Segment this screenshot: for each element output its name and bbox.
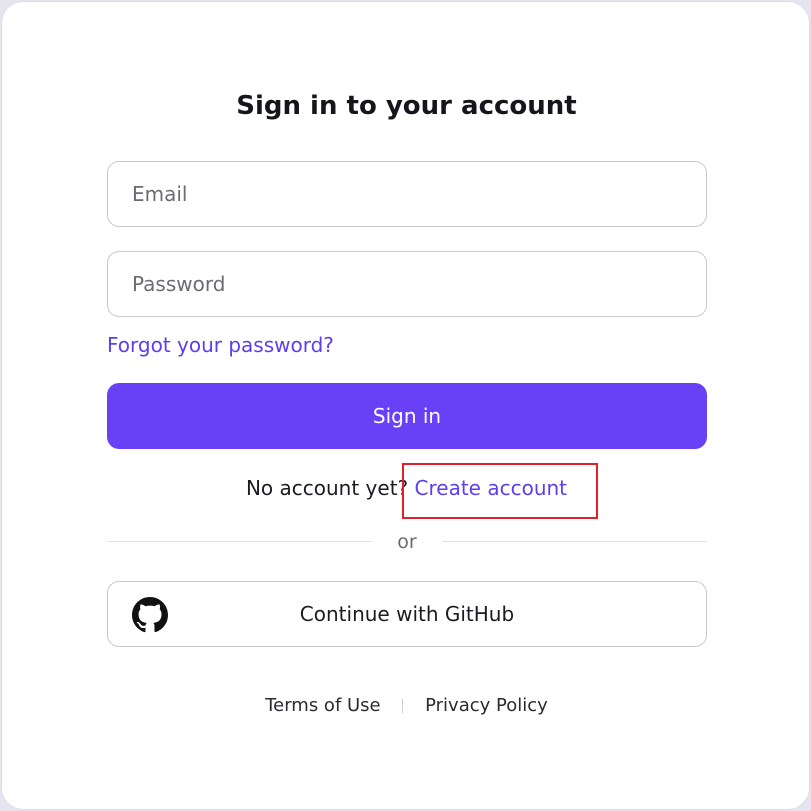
footer-links: Terms of Use Privacy Policy (2, 692, 811, 720)
footer-separator (402, 699, 404, 713)
privacy-policy-link[interactable]: Privacy Policy (425, 695, 548, 716)
email-field[interactable] (107, 161, 707, 227)
signup-prompt: No account yet? Create account (2, 473, 811, 503)
divider-line-left (107, 541, 372, 542)
signup-prompt-text: No account yet? (245, 476, 409, 500)
divider-or-label: or (397, 531, 417, 553)
github-signin-button[interactable]: Continue with GitHub (107, 581, 707, 647)
github-icon (132, 597, 168, 633)
password-field[interactable] (107, 251, 707, 317)
github-button-label: Continue with GitHub (299, 602, 515, 626)
page-title: Sign in to your account (236, 91, 577, 121)
create-account-link[interactable]: Create account (415, 476, 568, 500)
divider-line-right (442, 541, 707, 542)
terms-of-use-link[interactable]: Terms of Use (265, 695, 380, 716)
sign-in-button[interactable]: Sign in (107, 383, 707, 449)
signin-card: Sign in to your account Forgot your pass… (1, 1, 810, 810)
forgot-password-link[interactable]: Forgot your password? (107, 330, 334, 360)
